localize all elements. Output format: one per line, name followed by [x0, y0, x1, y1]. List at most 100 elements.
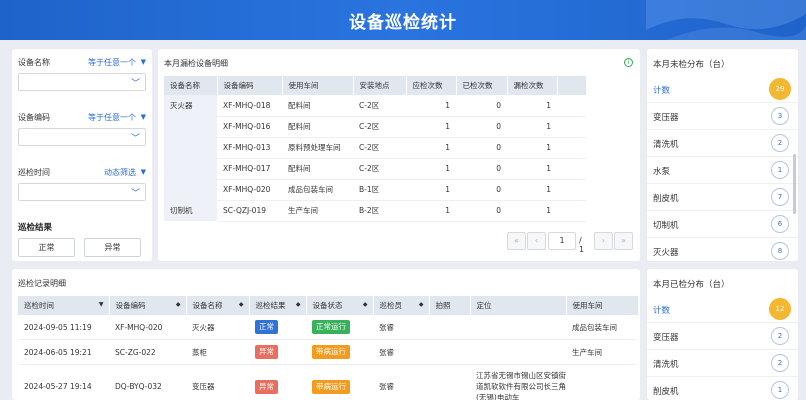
result-cell: 异常 — [249, 364, 306, 400]
list-item[interactable]: 切制机 6 — [647, 211, 798, 238]
column-header[interactable]: 巡检员 ◆ — [373, 296, 430, 315]
device-name-cell: 灭火器 — [186, 315, 249, 340]
column-header[interactable]: 巡检时间 ▼ — [18, 296, 110, 315]
device-name-select[interactable]: ﹀ — [18, 73, 146, 91]
table-cell: 配料间 — [282, 158, 353, 180]
device-code-select[interactable]: ﹀ — [18, 128, 146, 146]
table-cell — [557, 137, 586, 159]
table-cell: 1 — [406, 116, 456, 138]
first-page-button[interactable]: « — [507, 232, 526, 250]
table-cell: 0 — [456, 200, 507, 222]
sort-icon[interactable]: ◆ — [363, 301, 368, 308]
item-label: 清洗机 — [653, 140, 679, 150]
list-item[interactable]: 削皮机 1 — [647, 377, 798, 400]
table-cell: 成品包装车间 — [282, 179, 353, 201]
count-badge: 12 — [769, 298, 791, 320]
result-normal-button[interactable]: 正常 — [18, 238, 75, 257]
list-item[interactable]: 变压器 3 — [647, 103, 798, 130]
last-page-button[interactable]: » — [614, 232, 633, 250]
caret-down-icon[interactable]: ▼ — [141, 113, 146, 121]
table-row[interactable]: XF-MHQ-017 配料间 C-2区 1 0 1 — [164, 158, 586, 180]
inspect-time-cell: 2024-05-27 19:14 — [18, 364, 109, 400]
filter-mode-dropdown[interactable]: 动态筛选 — [104, 167, 136, 178]
column-header[interactable]: 拍照 — [429, 296, 471, 315]
table-row[interactable]: 2024-05-27 19:14 DQ-BYQ-032 变压器 异常 带病运行 张睿 江苏省… — [18, 364, 638, 400]
column-header[interactable]: 已检次数 — [456, 76, 508, 95]
list-item[interactable]: 清洗机 2 — [647, 130, 798, 157]
list-item[interactable]: 水泵 1 — [647, 157, 798, 184]
device-name-cell: 变压器 — [186, 364, 249, 400]
table-cell: 1 — [507, 116, 557, 138]
column-header[interactable]: 巡检结果 ◆ — [249, 296, 307, 315]
item-label: 灭火器 — [653, 248, 679, 258]
filter-mode-dropdown[interactable]: 等于任意一个 — [88, 57, 136, 68]
list-item[interactable]: 清洗机 2 — [647, 350, 798, 377]
prev-page-button[interactable]: ‹ — [527, 232, 546, 250]
panel-title: 巡检记录明细 — [18, 279, 66, 288]
location-cell — [470, 339, 566, 365]
records-table: 巡检时间 ▼ 设备编码 ◆ 设备名称 ◆ 巡检结果 ◆ 设备状态 ◆ 巡检员 ◆ 拍照 定位… — [18, 296, 639, 400]
table-cell: XF-MHQ-013 — [217, 137, 282, 159]
column-header[interactable]: 设备名称 ◆ — [186, 296, 250, 315]
column-header[interactable]: 使用车间 — [282, 76, 354, 95]
table-cell: XF-MHQ-020 — [217, 179, 282, 201]
table-row[interactable]: 灭火器 XF-MHQ-018 配料间 C-2区 1 0 1 — [164, 95, 586, 200]
inspect-time-select[interactable]: ﹀ — [18, 183, 146, 201]
scrollbar[interactable] — [793, 154, 796, 214]
result-tag: 正常 — [255, 320, 278, 334]
sort-icon[interactable]: ◆ — [239, 301, 244, 308]
sort-icon[interactable]: ◆ — [419, 301, 424, 308]
table-row[interactable]: 2024-06-05 19:21 SC-ZG-022 蒸柜 异常 带病运行 张睿 生产车间 — [18, 339, 638, 365]
table-header-row: 设备名称 设备编码 使用车间 安装地点 应检次数 已检次数 漏检次数 — [164, 76, 587, 95]
column-header[interactable]: 设备编码 ◆ — [109, 296, 187, 315]
photo-cell — [429, 339, 470, 365]
page-header: 设备巡检统计 — [0, 0, 806, 40]
count-badge: 3 — [771, 107, 789, 125]
result-abnormal-button[interactable]: 异常 — [84, 238, 141, 257]
info-icon[interactable]: i — [624, 58, 633, 67]
header-label: 巡检时间 — [24, 301, 54, 310]
table-cell: 1 — [507, 158, 557, 180]
table-row[interactable]: XF-MHQ-016 配料间 C-2区 1 0 1 — [164, 116, 586, 138]
inspector-cell: 张睿 — [373, 364, 429, 400]
workshop-cell: 成品包装车间 — [566, 315, 638, 340]
count-header-row[interactable]: 计数 12 — [647, 296, 798, 323]
sort-icon[interactable]: ◆ — [176, 301, 181, 308]
list-item[interactable]: 变压器 2 — [647, 323, 798, 350]
list-item[interactable]: 灭火器 8 — [647, 238, 798, 261]
column-header[interactable]: 设备名称 — [164, 76, 218, 95]
filter-label: 巡检时间 — [18, 168, 50, 177]
filter-mode-dropdown[interactable]: 等于任意一个 — [88, 112, 136, 123]
count-badge: 2 — [771, 327, 789, 345]
table-row[interactable]: XF-MHQ-020 成品包装车间 B-1区 1 0 1 — [164, 179, 586, 201]
column-header[interactable]: 设备状态 ◆ — [306, 296, 374, 315]
count-badge: 29 — [769, 78, 791, 100]
column-header[interactable]: 安装地点 — [353, 76, 407, 95]
column-header[interactable]: 设备编码 — [217, 76, 283, 95]
count-header-row[interactable]: 计数 29 — [647, 76, 798, 103]
status-cell: 正常运行 — [306, 315, 373, 340]
photo-cell — [429, 364, 470, 400]
table-row[interactable]: 切制机 SC-QZJ-019 生产车间 B-2区 1 0 1 — [164, 200, 586, 222]
table-cell: 0 — [456, 158, 507, 180]
column-header[interactable]: 定位 — [470, 296, 567, 315]
table-cell: B-1区 — [353, 179, 406, 201]
list-item[interactable]: 削皮机 7 — [647, 184, 798, 211]
column-header[interactable]: 漏检次数 — [507, 76, 558, 95]
result-tag: 异常 — [255, 345, 278, 359]
sort-icon[interactable]: ▼ — [99, 301, 104, 308]
count-badge: 8 — [771, 242, 789, 260]
table-row[interactable]: XF-MHQ-013 原料预处理车间 C-2区 1 0 1 — [164, 137, 586, 159]
column-header[interactable]: 应检次数 — [406, 76, 457, 95]
table-row[interactable]: 2024-09-05 11:19 XF-MHQ-020 灭火器 正常 正常运行 张睿 成品包… — [18, 315, 638, 340]
column-header[interactable]: 使用车间 — [566, 296, 639, 315]
page-number-input[interactable]: 1 — [548, 232, 576, 250]
chevron-down-icon: ﹀ — [130, 79, 140, 89]
next-page-button[interactable]: › — [594, 232, 613, 250]
table-header-row: 巡检时间 ▼ 设备编码 ◆ 设备名称 ◆ 巡检结果 ◆ 设备状态 ◆ 巡检员 ◆ 拍照 定位… — [18, 296, 639, 315]
sort-icon[interactable]: ◆ — [296, 301, 301, 308]
table-cell — [557, 116, 586, 138]
caret-down-icon[interactable]: ▼ — [141, 168, 146, 176]
device-code-cell: XF-MHQ-020 — [109, 315, 186, 340]
caret-down-icon[interactable]: ▼ — [141, 58, 146, 66]
